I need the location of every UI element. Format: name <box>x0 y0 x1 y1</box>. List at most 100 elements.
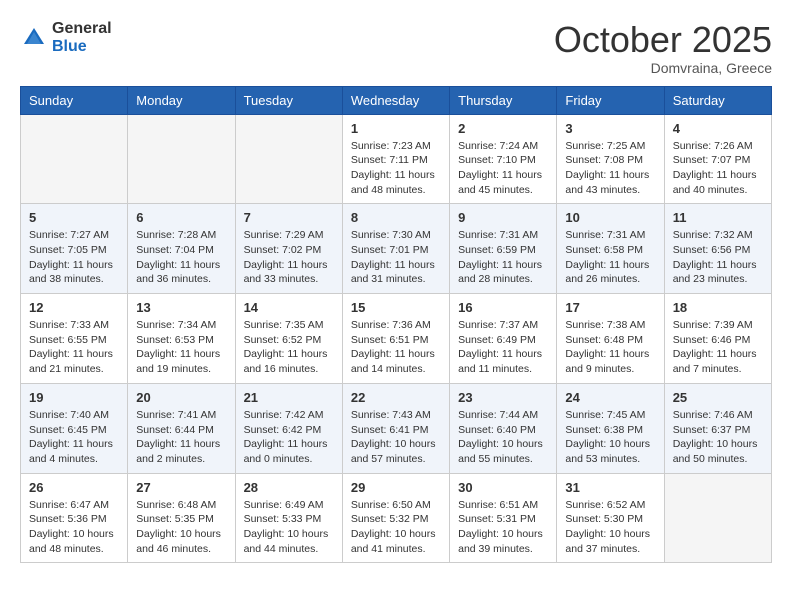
day-number: 20 <box>136 390 226 405</box>
logo-blue: Blue <box>52 38 112 56</box>
calendar-day: 30Sunrise: 6:51 AM Sunset: 5:31 PM Dayli… <box>450 473 557 563</box>
day-info: Sunrise: 7:23 AM Sunset: 7:11 PM Dayligh… <box>351 139 441 198</box>
day-info: Sunrise: 7:35 AM Sunset: 6:52 PM Dayligh… <box>244 318 334 377</box>
calendar-day: 23Sunrise: 7:44 AM Sunset: 6:40 PM Dayli… <box>450 383 557 473</box>
day-info: Sunrise: 7:31 AM Sunset: 6:59 PM Dayligh… <box>458 228 548 287</box>
day-number: 27 <box>136 480 226 495</box>
day-info: Sunrise: 7:43 AM Sunset: 6:41 PM Dayligh… <box>351 408 441 467</box>
day-info: Sunrise: 6:50 AM Sunset: 5:32 PM Dayligh… <box>351 498 441 557</box>
day-number: 17 <box>565 300 655 315</box>
weekday-header-row: SundayMondayTuesdayWednesdayThursdayFrid… <box>21 86 772 114</box>
day-info: Sunrise: 7:37 AM Sunset: 6:49 PM Dayligh… <box>458 318 548 377</box>
day-info: Sunrise: 6:52 AM Sunset: 5:30 PM Dayligh… <box>565 498 655 557</box>
day-info: Sunrise: 7:34 AM Sunset: 6:53 PM Dayligh… <box>136 318 226 377</box>
day-number: 7 <box>244 210 334 225</box>
day-number: 26 <box>29 480 119 495</box>
calendar-day: 6Sunrise: 7:28 AM Sunset: 7:04 PM Daylig… <box>128 204 235 294</box>
calendar-day <box>235 114 342 204</box>
calendar-day: 8 Sunrise: 7:30 AM Sunset: 7:01 PM Daylig… <box>342 204 449 294</box>
day-info: Sunrise: 7:26 AM Sunset: 7:07 PM Dayligh… <box>673 139 763 198</box>
day-info: Sunrise: 7:44 AM Sunset: 6:40 PM Dayligh… <box>458 408 548 467</box>
calendar-day: 29 Sunrise: 6:50 AM Sunset: 5:32 PM Dayli… <box>342 473 449 563</box>
weekday-header-friday: Friday <box>557 86 664 114</box>
calendar-day: 13Sunrise: 7:34 AM Sunset: 6:53 PM Dayli… <box>128 294 235 384</box>
day-info: Sunrise: 7:40 AM Sunset: 6:45 PM Dayligh… <box>29 408 119 467</box>
calendar-day: 15 Sunrise: 7:36 AM Sunset: 6:51 PM Dayli… <box>342 294 449 384</box>
calendar-week-row: 26 Sunrise: 6:47 AM Sunset: 5:36 PM Dayli… <box>21 473 772 563</box>
calendar-day <box>128 114 235 204</box>
calendar-day: 12Sunrise: 7:33 AM Sunset: 6:55 PM Dayli… <box>21 294 128 384</box>
weekday-header-thursday: Thursday <box>450 86 557 114</box>
calendar-day: 22 Sunrise: 7:43 AM Sunset: 6:41 PM Dayli… <box>342 383 449 473</box>
day-number: 22 <box>351 390 441 405</box>
day-info: Sunrise: 7:31 AM Sunset: 6:58 PM Dayligh… <box>565 228 655 287</box>
day-number: 29 <box>351 480 441 495</box>
day-number: 11 <box>673 210 763 225</box>
day-info: Sunrise: 7:27 AM Sunset: 7:05 PM Dayligh… <box>29 228 119 287</box>
calendar-day <box>664 473 771 563</box>
calendar-day: 9 Sunrise: 7:31 AM Sunset: 6:59 PM Daylig… <box>450 204 557 294</box>
weekday-header-sunday: Sunday <box>21 86 128 114</box>
calendar-day: 26 Sunrise: 6:47 AM Sunset: 5:36 PM Dayli… <box>21 473 128 563</box>
calendar-week-row: 1 Sunrise: 7:23 AM Sunset: 7:11 PM Daylig… <box>21 114 772 204</box>
day-number: 24 <box>565 390 655 405</box>
day-number: 4 <box>673 121 763 136</box>
logo-icon <box>20 24 48 52</box>
day-number: 30 <box>458 480 548 495</box>
day-number: 28 <box>244 480 334 495</box>
calendar-week-row: 19Sunrise: 7:40 AM Sunset: 6:45 PM Dayli… <box>21 383 772 473</box>
page-header: General Blue October 2025 Domvraina, Gre… <box>20 20 772 76</box>
calendar-day: 20 Sunrise: 7:41 AM Sunset: 6:44 PM Dayli… <box>128 383 235 473</box>
day-number: 8 <box>351 210 441 225</box>
calendar-day: 27 Sunrise: 6:48 AM Sunset: 5:35 PM Dayli… <box>128 473 235 563</box>
day-number: 16 <box>458 300 548 315</box>
calendar-week-row: 12Sunrise: 7:33 AM Sunset: 6:55 PM Dayli… <box>21 294 772 384</box>
calendar-day: 5Sunrise: 7:27 AM Sunset: 7:05 PM Daylig… <box>21 204 128 294</box>
calendar-day: 18 Sunrise: 7:39 AM Sunset: 6:46 PM Dayli… <box>664 294 771 384</box>
calendar-day: 25 Sunrise: 7:46 AM Sunset: 6:37 PM Dayli… <box>664 383 771 473</box>
calendar-table: SundayMondayTuesdayWednesdayThursdayFrid… <box>20 86 772 564</box>
title-block: October 2025 Domvraina, Greece <box>554 20 772 76</box>
calendar-day: 10 Sunrise: 7:31 AM Sunset: 6:58 PM Dayli… <box>557 204 664 294</box>
calendar-day: 14 Sunrise: 7:35 AM Sunset: 6:52 PM Dayli… <box>235 294 342 384</box>
calendar-day: 16 Sunrise: 7:37 AM Sunset: 6:49 PM Dayli… <box>450 294 557 384</box>
logo: General Blue <box>20 20 112 55</box>
calendar-day: 7 Sunrise: 7:29 AM Sunset: 7:02 PM Daylig… <box>235 204 342 294</box>
day-info: Sunrise: 7:45 AM Sunset: 6:38 PM Dayligh… <box>565 408 655 467</box>
day-info: Sunrise: 6:47 AM Sunset: 5:36 PM Dayligh… <box>29 498 119 557</box>
calendar-day: 11 Sunrise: 7:32 AM Sunset: 6:56 PM Dayli… <box>664 204 771 294</box>
calendar-day <box>21 114 128 204</box>
weekday-header-saturday: Saturday <box>664 86 771 114</box>
day-number: 1 <box>351 121 441 136</box>
day-number: 9 <box>458 210 548 225</box>
day-info: Sunrise: 6:48 AM Sunset: 5:35 PM Dayligh… <box>136 498 226 557</box>
day-number: 12 <box>29 300 119 315</box>
day-number: 25 <box>673 390 763 405</box>
day-number: 14 <box>244 300 334 315</box>
calendar-day: 21Sunrise: 7:42 AM Sunset: 6:42 PM Dayli… <box>235 383 342 473</box>
day-info: Sunrise: 7:38 AM Sunset: 6:48 PM Dayligh… <box>565 318 655 377</box>
weekday-header-tuesday: Tuesday <box>235 86 342 114</box>
calendar-day: 1 Sunrise: 7:23 AM Sunset: 7:11 PM Daylig… <box>342 114 449 204</box>
day-info: Sunrise: 7:36 AM Sunset: 6:51 PM Dayligh… <box>351 318 441 377</box>
month-title: October 2025 <box>554 20 772 60</box>
calendar-week-row: 5Sunrise: 7:27 AM Sunset: 7:05 PM Daylig… <box>21 204 772 294</box>
day-info: Sunrise: 7:39 AM Sunset: 6:46 PM Dayligh… <box>673 318 763 377</box>
day-info: Sunrise: 7:32 AM Sunset: 6:56 PM Dayligh… <box>673 228 763 287</box>
day-info: Sunrise: 7:30 AM Sunset: 7:01 PM Dayligh… <box>351 228 441 287</box>
calendar-day: 3Sunrise: 7:25 AM Sunset: 7:08 PM Daylig… <box>557 114 664 204</box>
day-number: 10 <box>565 210 655 225</box>
calendar-day: 24 Sunrise: 7:45 AM Sunset: 6:38 PM Dayli… <box>557 383 664 473</box>
day-number: 31 <box>565 480 655 495</box>
day-number: 21 <box>244 390 334 405</box>
calendar-day: 4 Sunrise: 7:26 AM Sunset: 7:07 PM Daylig… <box>664 114 771 204</box>
day-info: Sunrise: 7:24 AM Sunset: 7:10 PM Dayligh… <box>458 139 548 198</box>
day-number: 15 <box>351 300 441 315</box>
day-info: Sunrise: 7:29 AM Sunset: 7:02 PM Dayligh… <box>244 228 334 287</box>
day-number: 3 <box>565 121 655 136</box>
day-info: Sunrise: 7:41 AM Sunset: 6:44 PM Dayligh… <box>136 408 226 467</box>
calendar-day: 31 Sunrise: 6:52 AM Sunset: 5:30 PM Dayli… <box>557 473 664 563</box>
day-number: 18 <box>673 300 763 315</box>
day-info: Sunrise: 7:28 AM Sunset: 7:04 PM Dayligh… <box>136 228 226 287</box>
day-info: Sunrise: 7:46 AM Sunset: 6:37 PM Dayligh… <box>673 408 763 467</box>
